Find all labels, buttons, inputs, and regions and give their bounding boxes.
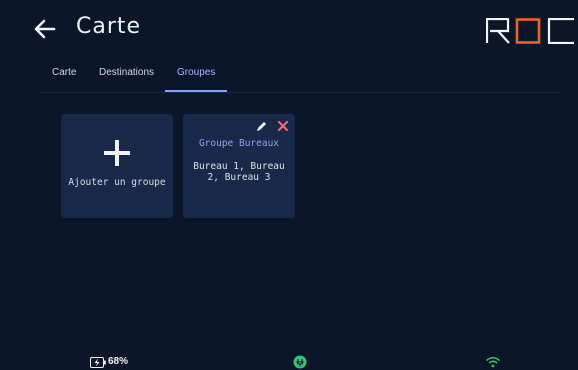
wifi-icon [486, 357, 500, 368]
plus-icon [104, 140, 130, 166]
roc-logo [486, 18, 574, 44]
group-name: Groupe Bureaux [198, 138, 280, 149]
active-tab-indicator [165, 90, 227, 92]
battery-charging-icon [90, 357, 106, 368]
plug-icon [293, 355, 307, 369]
page-title: Carte [76, 14, 142, 39]
group-card[interactable]: Groupe Bureaux Bureau 1, Bureau 2, Burea… [183, 114, 295, 218]
close-icon[interactable] [276, 119, 290, 133]
back-arrow-icon[interactable] [32, 16, 58, 42]
group-members: Bureau 1, Bureau 2, Bureau 3 [193, 161, 285, 183]
tab-destinations[interactable]: Destinations [99, 67, 154, 78]
add-group-card[interactable]: Ajouter un groupe [61, 114, 173, 218]
pencil-icon[interactable] [255, 120, 268, 133]
status-bar: 68% [0, 352, 578, 369]
tab-bar: Carte Destinations Groupes [41, 58, 559, 93]
battery-percentage: 68% [108, 356, 129, 367]
header: Carte [0, 0, 578, 58]
add-group-label: Ajouter un groupe [68, 177, 166, 188]
tab-carte[interactable]: Carte [52, 67, 76, 78]
tab-groupes[interactable]: Groupes [177, 67, 215, 78]
